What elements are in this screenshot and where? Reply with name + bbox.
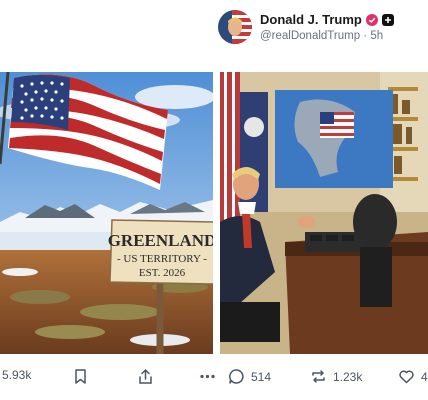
avatar[interactable] bbox=[218, 10, 252, 44]
action-bar: 5.93k 514 1.23k 4 bbox=[0, 362, 428, 392]
heart-icon bbox=[399, 370, 414, 384]
author-name[interactable]: Donald J. Trump bbox=[260, 12, 362, 27]
left-stat-count: 5.93k bbox=[2, 368, 32, 382]
repost-count: 1.23k bbox=[333, 369, 363, 384]
repost-icon bbox=[312, 370, 325, 383]
more-button[interactable] bbox=[199, 368, 216, 385]
more-icon bbox=[200, 374, 215, 379]
timestamp: 5h bbox=[370, 30, 384, 42]
oval-office-image[interactable] bbox=[220, 72, 428, 354]
bookmark-icon bbox=[75, 369, 86, 384]
post-header: Donald J. Trump @realDonaldTrump · 5h bbox=[218, 8, 428, 48]
map-flag bbox=[320, 112, 354, 138]
comment-button[interactable]: 514 bbox=[228, 368, 271, 385]
repost-button[interactable]: 1.23k bbox=[310, 368, 362, 385]
comment-count: 514 bbox=[251, 369, 272, 384]
share-icon bbox=[139, 369, 152, 384]
bookmark-button[interactable] bbox=[72, 368, 89, 385]
like-count: 4 bbox=[421, 369, 428, 384]
comment-icon bbox=[229, 369, 244, 384]
verified-badge-icon bbox=[365, 13, 378, 26]
separator-dot: · bbox=[363, 30, 368, 42]
follow-icon[interactable] bbox=[381, 13, 394, 26]
sign-line1: GREENLAND bbox=[108, 231, 213, 250]
left-stat[interactable]: 5.93k bbox=[2, 368, 31, 382]
share-button[interactable] bbox=[137, 368, 154, 385]
greenland-image[interactable]: GREENLAND - US TERRITORY - EST. 2026 bbox=[0, 72, 213, 354]
handle-row: @realDonaldTrump · 5h bbox=[260, 30, 383, 42]
handle[interactable]: @realDonaldTrump bbox=[260, 30, 360, 42]
sign-line2: - US TERRITORY - bbox=[117, 253, 207, 265]
sign-line3: EST. 2026 bbox=[139, 267, 186, 279]
like-button[interactable]: 4 bbox=[398, 368, 428, 385]
